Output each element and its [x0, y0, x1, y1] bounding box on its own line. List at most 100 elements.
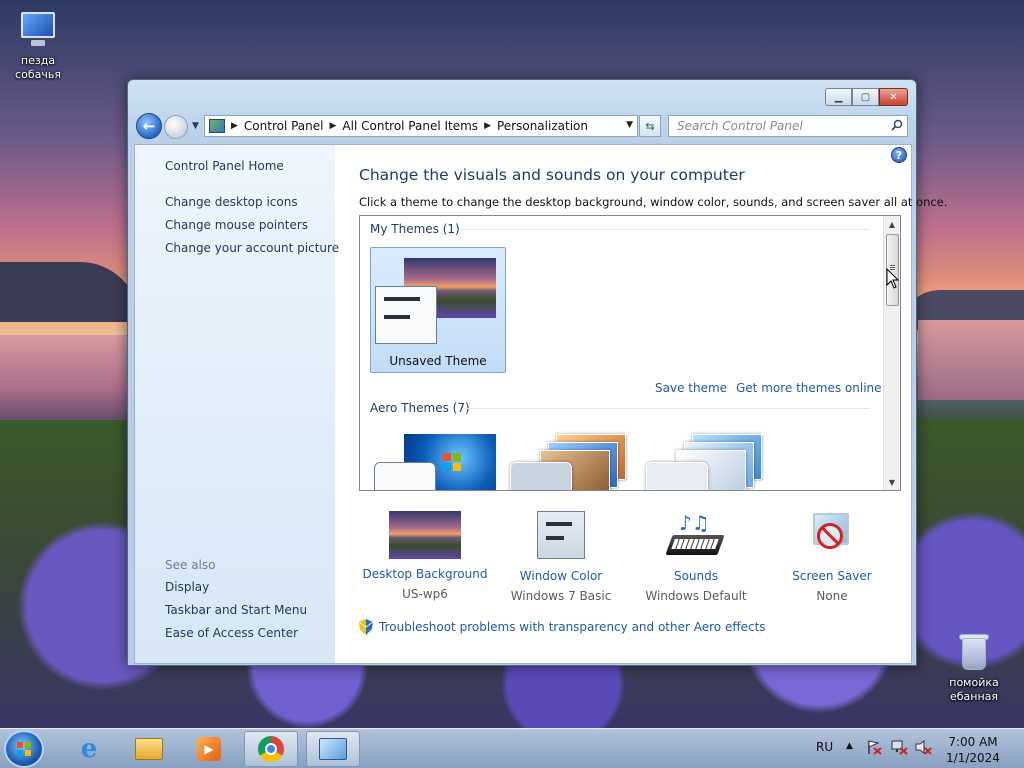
desktop-background-value: US-wp6: [402, 587, 448, 601]
change-mouse-pointers-link[interactable]: Change mouse pointers: [165, 218, 308, 232]
taskbar-control-panel[interactable]: [306, 731, 360, 767]
language-indicator[interactable]: RU: [816, 740, 833, 754]
windows-logo-icon: [443, 453, 461, 471]
close-button[interactable]: ✕: [879, 88, 908, 106]
get-more-themes-link[interactable]: Get more themes online: [736, 381, 882, 395]
desktop-icon-label: пезда: [20, 54, 56, 67]
taskbar-media-player[interactable]: ▶: [182, 731, 236, 767]
sounds-icon: ♪♫: [659, 511, 733, 561]
desktop-icon-computer[interactable]: пезда собачья: [0, 10, 76, 82]
window-color-icon: [524, 511, 598, 561]
theme-window-preview: [374, 462, 436, 490]
clock[interactable]: 7:00 AM 1/1/2024: [938, 734, 1008, 766]
mouse-cursor-icon: [886, 268, 900, 289]
start-button[interactable]: [4, 730, 44, 768]
troubleshoot-link[interactable]: Troubleshoot problems with transparency …: [379, 620, 766, 634]
clock-time: 7:00 AM: [948, 735, 998, 749]
network-icon[interactable]: [890, 739, 908, 758]
theme-unsaved[interactable]: Unsaved Theme: [370, 247, 506, 373]
sounds-value: Windows Default: [645, 589, 747, 603]
desktop-icon-label: помойка: [949, 676, 999, 689]
change-desktop-icons-link[interactable]: Change desktop icons: [165, 195, 298, 209]
show-hidden-icons-icon[interactable]: ▲: [846, 741, 853, 751]
desktop-background-icon: [389, 511, 461, 559]
breadcrumb-all-items[interactable]: All Control Panel Items: [342, 119, 478, 133]
taskbar-explorer[interactable]: [122, 731, 176, 767]
theme-window-preview: [646, 462, 708, 490]
group-divider: [464, 408, 870, 409]
forward-button[interactable]: [164, 115, 188, 139]
refresh-button[interactable]: ⇆: [639, 115, 661, 137]
taskbar-chrome[interactable]: [244, 731, 298, 767]
action-center-flag-icon[interactable]: [866, 739, 882, 758]
scroll-down-icon[interactable]: ▼: [884, 474, 900, 490]
my-themes-header: My Themes (1): [370, 222, 460, 236]
chrome-icon: [258, 736, 284, 762]
screen-saver-label[interactable]: Screen Saver: [762, 569, 902, 583]
taskbar: e ▶ RU ▲ 7:00 AM 1/1/2024: [0, 728, 1024, 768]
page-subtitle: Click a theme to change the desktop back…: [359, 195, 948, 209]
screen-saver-item[interactable]: Screen Saver None: [762, 511, 902, 603]
breadcrumb-separator: ▶: [231, 121, 238, 131]
sounds-label[interactable]: Sounds: [626, 569, 766, 583]
troubleshoot-link-row[interactable]: Troubleshoot problems with transparency …: [359, 619, 766, 635]
desktop-background-item[interactable]: Desktop Background US-wp6: [355, 511, 495, 601]
ease-of-access-link[interactable]: Ease of Access Center: [165, 626, 298, 640]
search-input[interactable]: Search Control Panel: [668, 115, 908, 137]
see-also-heading: See also: [165, 558, 216, 572]
window-color-label[interactable]: Window Color: [491, 569, 631, 583]
desktop-icon-label: ебанная: [949, 690, 999, 703]
breadcrumb-personalization[interactable]: Personalization: [497, 119, 588, 133]
search-icon[interactable]: [891, 119, 903, 131]
taskbar-internet-explorer[interactable]: e: [62, 731, 116, 767]
volume-icon[interactable]: [914, 739, 932, 758]
left-pane: Control Panel Home Change desktop icons …: [135, 145, 339, 663]
themes-scrollbar[interactable]: ▲ ▼: [883, 216, 900, 490]
aero-themes-header: Aero Themes (7): [370, 401, 470, 415]
theme-label: Unsaved Theme: [389, 354, 487, 368]
media-player-icon: ▶: [197, 737, 221, 761]
page-title: Change the visuals and sounds on your co…: [359, 166, 745, 184]
save-theme-link[interactable]: Save theme: [655, 381, 727, 395]
maximize-button[interactable]: ▢: [852, 88, 879, 106]
computer-icon: [17, 10, 59, 50]
taskbar-start-menu-link[interactable]: Taskbar and Start Menu: [165, 603, 307, 617]
recycle-bin-icon: [953, 632, 995, 672]
breadcrumb-separator[interactable]: ▶: [484, 121, 491, 131]
window-controls: ▁ ▢ ✕: [825, 88, 908, 106]
breadcrumb-control-panel[interactable]: Control Panel: [244, 119, 324, 133]
wallpaper-hills: [0, 262, 140, 322]
help-icon[interactable]: ?: [891, 147, 907, 163]
minimize-button[interactable]: ▁: [825, 88, 852, 106]
theme-window-preview: [375, 286, 437, 344]
desktop-background-label[interactable]: Desktop Background: [355, 567, 495, 581]
control-panel-icon: [319, 738, 347, 760]
wallpaper-lake-right: [918, 320, 1024, 400]
window-color-item[interactable]: Window Color Windows 7 Basic: [491, 511, 631, 603]
breadcrumb-separator[interactable]: ▶: [330, 121, 337, 131]
internet-explorer-icon: e: [80, 734, 98, 764]
control-panel-home-link[interactable]: Control Panel Home: [165, 159, 284, 173]
back-button[interactable]: ←: [136, 113, 162, 139]
group-divider: [460, 229, 870, 230]
history-dropdown-icon[interactable]: ▼: [192, 121, 199, 131]
desktop-icon-recycle-bin[interactable]: помойка ебанная: [936, 632, 1012, 704]
theme-settings: Desktop Background US-wp6 Window Color W…: [359, 511, 901, 607]
screen-saver-icon: [795, 511, 869, 561]
address-dropdown-icon[interactable]: ▼: [626, 120, 633, 130]
sounds-item[interactable]: ♪♫ Sounds Windows Default: [626, 511, 766, 603]
folder-icon: [135, 738, 163, 760]
window-color-value: Windows 7 Basic: [510, 589, 612, 603]
personalization-window: ▁ ▢ ✕ ← ▼ ▶ Control Panel ▶ All Control …: [127, 79, 947, 666]
wallpaper-lake: [0, 335, 130, 425]
uac-shield-icon: [359, 619, 373, 635]
change-account-picture-link[interactable]: Change your account picture: [165, 241, 339, 255]
main-pane: ? Change the visuals and sounds on your …: [335, 145, 947, 663]
windows-logo-icon: [17, 742, 31, 756]
address-bar[interactable]: ▶ Control Panel ▶ All Control Panel Item…: [204, 115, 638, 137]
scroll-up-icon[interactable]: ▲: [884, 216, 900, 232]
control-panel-icon: [209, 119, 225, 133]
display-link[interactable]: Display: [165, 580, 209, 594]
desktop-icon-label: собачья: [15, 68, 61, 81]
themes-list: My Themes (1) Unsaved Theme Save theme G…: [359, 215, 901, 491]
